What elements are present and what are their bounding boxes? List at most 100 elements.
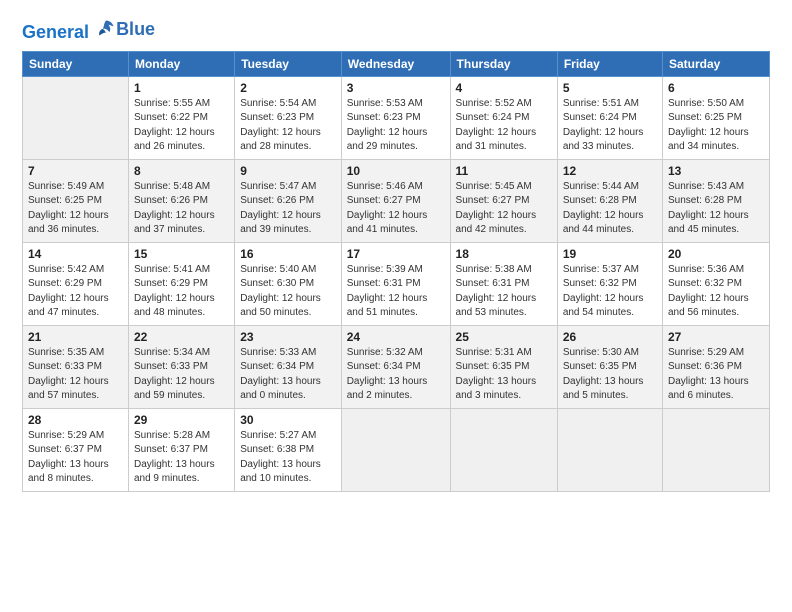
day-number: 30 (240, 413, 336, 427)
calendar-day-cell (450, 408, 557, 491)
calendar-day-cell: 30 Sunrise: 5:27 AM Sunset: 6:38 PM Dayli… (235, 408, 342, 491)
calendar-week-row: 7Sunrise: 5:49 AM Sunset: 6:25 PM Daylig… (23, 159, 770, 242)
day-number: 25 (456, 330, 552, 344)
calendar-day-cell: 17Sunrise: 5:39 AM Sunset: 6:31 PM Dayli… (341, 242, 450, 325)
day-number: 26 (563, 330, 657, 344)
day-number: 11 (456, 164, 552, 178)
day-detail: Sunrise: 5:55 AM Sunset: 6:22 PM Dayligh… (134, 97, 229, 155)
calendar-day-cell: 27 Sunrise: 5:29 AM Sunset: 6:36 PM Dayli… (662, 325, 769, 408)
day-number: 15 (134, 247, 229, 261)
calendar-day-cell: 6Sunrise: 5:50 AM Sunset: 6:25 PM Daylig… (662, 76, 769, 159)
day-number: 12 (563, 164, 657, 178)
calendar-week-row: 21 Sunrise: 5:35 AM Sunset: 6:33 PM Dayli… (23, 325, 770, 408)
day-detail: Sunrise: 5:46 AM Sunset: 6:27 PM Dayligh… (347, 180, 445, 238)
weekday-header: Thursday (450, 51, 557, 76)
calendar-day-cell: 28Sunrise: 5:29 AM Sunset: 6:37 PM Dayli… (23, 408, 129, 491)
logo: General Blue (22, 18, 155, 43)
day-detail: Sunrise: 5:47 AM Sunset: 6:26 PM Dayligh… (240, 180, 336, 238)
day-detail: Sunrise: 5:30 AM Sunset: 6:35 PM Dayligh… (563, 346, 657, 404)
day-number: 3 (347, 81, 445, 95)
header: General Blue (22, 18, 770, 43)
calendar-header-row: SundayMondayTuesdayWednesdayThursdayFrid… (23, 51, 770, 76)
day-detail: Sunrise: 5:37 AM Sunset: 6:32 PM Dayligh… (563, 263, 657, 321)
day-detail: Sunrise: 5:31 AM Sunset: 6:35 PM Dayligh… (456, 346, 552, 404)
calendar-day-cell: 19 Sunrise: 5:37 AM Sunset: 6:32 PM Dayli… (557, 242, 662, 325)
calendar-day-cell: 14Sunrise: 5:42 AM Sunset: 6:29 PM Dayli… (23, 242, 129, 325)
weekday-header: Sunday (23, 51, 129, 76)
calendar-week-row: 1 Sunrise: 5:55 AM Sunset: 6:22 PM Daylig… (23, 76, 770, 159)
calendar-day-cell: 10 Sunrise: 5:46 AM Sunset: 6:27 PM Dayli… (341, 159, 450, 242)
calendar-week-row: 14Sunrise: 5:42 AM Sunset: 6:29 PM Dayli… (23, 242, 770, 325)
calendar-day-cell: 15 Sunrise: 5:41 AM Sunset: 6:29 PM Dayli… (128, 242, 234, 325)
day-number: 17 (347, 247, 445, 261)
day-number: 29 (134, 413, 229, 427)
day-number: 23 (240, 330, 336, 344)
day-detail: Sunrise: 5:35 AM Sunset: 6:33 PM Dayligh… (28, 346, 123, 404)
day-detail: Sunrise: 5:43 AM Sunset: 6:28 PM Dayligh… (668, 180, 764, 238)
calendar-day-cell: 1 Sunrise: 5:55 AM Sunset: 6:22 PM Daylig… (128, 76, 234, 159)
calendar-day-cell: 13 Sunrise: 5:43 AM Sunset: 6:28 PM Dayli… (662, 159, 769, 242)
day-detail: Sunrise: 5:29 AM Sunset: 6:36 PM Dayligh… (668, 346, 764, 404)
calendar-day-cell (662, 408, 769, 491)
weekday-header: Monday (128, 51, 234, 76)
calendar-day-cell: 4 Sunrise: 5:52 AM Sunset: 6:24 PM Daylig… (450, 76, 557, 159)
calendar-day-cell: 3Sunrise: 5:53 AM Sunset: 6:23 PM Daylig… (341, 76, 450, 159)
day-detail: Sunrise: 5:41 AM Sunset: 6:29 PM Dayligh… (134, 263, 229, 321)
calendar-day-cell: 18 Sunrise: 5:38 AM Sunset: 6:31 PM Dayli… (450, 242, 557, 325)
logo-general: General (22, 22, 89, 42)
weekday-header: Wednesday (341, 51, 450, 76)
calendar-week-row: 28Sunrise: 5:29 AM Sunset: 6:37 PM Dayli… (23, 408, 770, 491)
day-number: 21 (28, 330, 123, 344)
calendar-day-cell: 25 Sunrise: 5:31 AM Sunset: 6:35 PM Dayli… (450, 325, 557, 408)
day-detail: Sunrise: 5:40 AM Sunset: 6:30 PM Dayligh… (240, 263, 336, 321)
day-number: 19 (563, 247, 657, 261)
day-number: 9 (240, 164, 336, 178)
day-detail: Sunrise: 5:50 AM Sunset: 6:25 PM Dayligh… (668, 97, 764, 155)
calendar-table: SundayMondayTuesdayWednesdayThursdayFrid… (22, 51, 770, 492)
day-number: 1 (134, 81, 229, 95)
day-detail: Sunrise: 5:34 AM Sunset: 6:33 PM Dayligh… (134, 346, 229, 404)
day-detail: Sunrise: 5:28 AM Sunset: 6:37 PM Dayligh… (134, 429, 229, 487)
day-detail: Sunrise: 5:44 AM Sunset: 6:28 PM Dayligh… (563, 180, 657, 238)
day-detail: Sunrise: 5:38 AM Sunset: 6:31 PM Dayligh… (456, 263, 552, 321)
calendar-day-cell: 26 Sunrise: 5:30 AM Sunset: 6:35 PM Dayli… (557, 325, 662, 408)
calendar-body: 1 Sunrise: 5:55 AM Sunset: 6:22 PM Daylig… (23, 76, 770, 491)
calendar-day-cell (23, 76, 129, 159)
day-number: 2 (240, 81, 336, 95)
calendar-day-cell: 16 Sunrise: 5:40 AM Sunset: 6:30 PM Dayli… (235, 242, 342, 325)
day-number: 4 (456, 81, 552, 95)
day-number: 13 (668, 164, 764, 178)
calendar-day-cell: 9 Sunrise: 5:47 AM Sunset: 6:26 PM Daylig… (235, 159, 342, 242)
logo-bird-icon (96, 18, 116, 38)
day-detail: Sunrise: 5:54 AM Sunset: 6:23 PM Dayligh… (240, 97, 336, 155)
day-number: 18 (456, 247, 552, 261)
logo-blue: Blue (116, 20, 155, 40)
day-number: 7 (28, 164, 123, 178)
calendar-day-cell (341, 408, 450, 491)
day-number: 24 (347, 330, 445, 344)
day-number: 8 (134, 164, 229, 178)
day-detail: Sunrise: 5:45 AM Sunset: 6:27 PM Dayligh… (456, 180, 552, 238)
day-detail: Sunrise: 5:52 AM Sunset: 6:24 PM Dayligh… (456, 97, 552, 155)
day-number: 14 (28, 247, 123, 261)
day-number: 16 (240, 247, 336, 261)
weekday-header: Tuesday (235, 51, 342, 76)
day-number: 27 (668, 330, 764, 344)
calendar-day-cell: 2 Sunrise: 5:54 AM Sunset: 6:23 PM Daylig… (235, 76, 342, 159)
day-detail: Sunrise: 5:48 AM Sunset: 6:26 PM Dayligh… (134, 180, 229, 238)
day-number: 5 (563, 81, 657, 95)
calendar-day-cell: 11 Sunrise: 5:45 AM Sunset: 6:27 PM Dayli… (450, 159, 557, 242)
day-detail: Sunrise: 5:32 AM Sunset: 6:34 PM Dayligh… (347, 346, 445, 404)
day-number: 22 (134, 330, 229, 344)
day-detail: Sunrise: 5:33 AM Sunset: 6:34 PM Dayligh… (240, 346, 336, 404)
calendar-day-cell: 29 Sunrise: 5:28 AM Sunset: 6:37 PM Dayli… (128, 408, 234, 491)
calendar-day-cell: 20Sunrise: 5:36 AM Sunset: 6:32 PM Dayli… (662, 242, 769, 325)
calendar-day-cell: 7Sunrise: 5:49 AM Sunset: 6:25 PM Daylig… (23, 159, 129, 242)
day-detail: Sunrise: 5:27 AM Sunset: 6:38 PM Dayligh… (240, 429, 336, 487)
calendar-day-cell: 5Sunrise: 5:51 AM Sunset: 6:24 PM Daylig… (557, 76, 662, 159)
day-number: 10 (347, 164, 445, 178)
logo-text: General (22, 18, 116, 43)
calendar-day-cell: 23 Sunrise: 5:33 AM Sunset: 6:34 PM Dayli… (235, 325, 342, 408)
weekday-header: Friday (557, 51, 662, 76)
calendar-day-cell: 22 Sunrise: 5:34 AM Sunset: 6:33 PM Dayli… (128, 325, 234, 408)
